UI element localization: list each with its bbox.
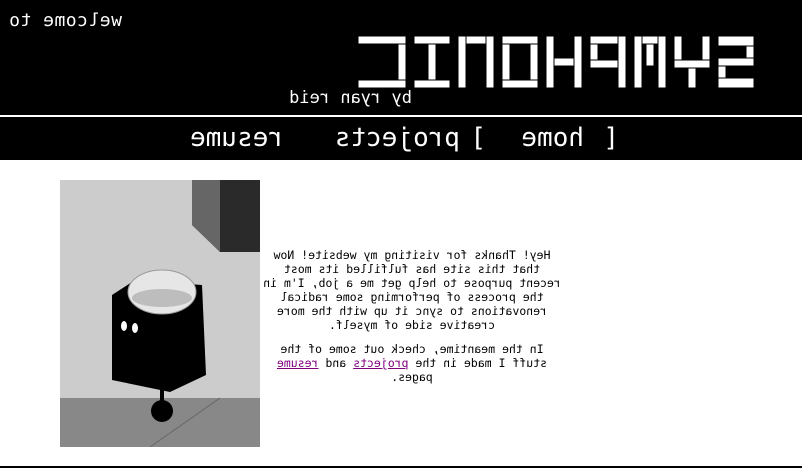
page: welcome to by ryan reid [home] project… [0,0,802,468]
projects-link[interactable]: projects [353,356,408,370]
site-logo [358,36,754,88]
meantime-paragraph: In the meantime, check out some of the s… [262,342,562,384]
pages-suffix: pages. [391,370,433,384]
meantime-prefix: In the meantime, check out some of the s… [280,342,548,370]
welcome-text: welcome to [8,10,122,31]
site-header: welcome to by ryan reid [0,0,802,115]
nav-resume-link[interactable]: resume [190,123,284,153]
nav-bracket-open: [ [603,123,619,153]
intro-paragraph: Hey! Thanks for visiting my website! Now… [263,248,561,332]
robot-illustration [60,180,260,447]
nav-bar: [ home ] projects resume [0,117,802,160]
and-text: and [325,356,347,370]
main-content: Hey! Thanks for visiting my website! Now… [0,160,802,468]
intro-text: Hey! Thanks for visiting my website! Now… [262,248,562,394]
nav-home-link[interactable]: home [521,123,584,153]
resume-link[interactable]: resume [277,356,319,370]
nav-projects-link[interactable]: projects [335,123,460,153]
byline: by ryan reid [289,88,412,108]
nav-bracket-close: ] [470,123,486,153]
